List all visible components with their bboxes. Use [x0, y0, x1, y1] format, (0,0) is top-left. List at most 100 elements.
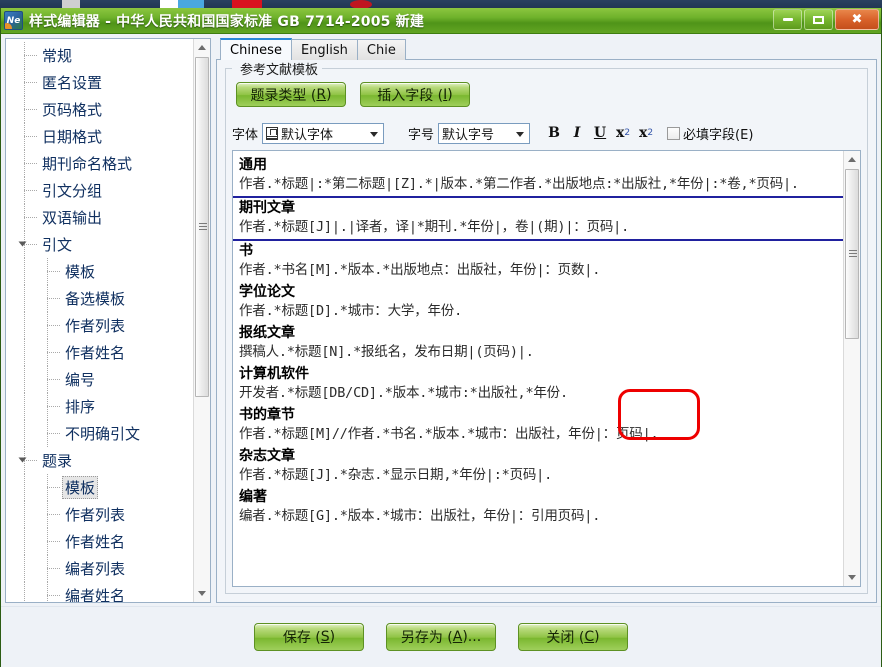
sidebar-item-9[interactable]: 备选模板 [6, 285, 193, 312]
sidebar-item-label: 作者姓名 [65, 533, 126, 551]
tree-guide-line [24, 501, 25, 528]
dialog-footer: 保存 (S) 另存为 (A)... 关闭 (C) [1, 606, 881, 666]
tree-guide-line [47, 514, 60, 515]
sidebar-item-label: 作者列表 [65, 317, 126, 335]
minimize-icon [782, 18, 793, 21]
sidebar-item-20[interactable]: 编者姓名 [6, 582, 193, 602]
sidebar-item-0[interactable]: 常规 [6, 42, 193, 69]
font-family-combo[interactable]: 默认字体 [262, 122, 385, 144]
chevron-down-icon [516, 131, 525, 137]
template-entry-type: 书 [239, 243, 253, 259]
sidebar-item-17[interactable]: 作者列表 [6, 501, 193, 528]
sidebar-item-16[interactable]: 模板 [6, 474, 193, 501]
font-size-combo[interactable]: 默认字号 [438, 122, 531, 144]
sidebar-item-label: 作者姓名 [65, 344, 126, 362]
superscript-button[interactable]: x2 [636, 123, 656, 143]
tree-expander-icon[interactable] [18, 457, 27, 463]
template-entry[interactable]: 报纸文章 撰稿人.*标题[N].*报纸名，发布日期|(页码)|. [239, 323, 843, 364]
template-entry-pattern: 作者.*标题[J].*杂志.*显示日期,*年份|:*页码|. [239, 467, 553, 483]
sidebar-item-label: 编者姓名 [65, 587, 126, 602]
sidebar-item-2[interactable]: 页码格式 [6, 96, 193, 123]
sidebar-item-1[interactable]: 匿名设置 [6, 69, 193, 96]
bold-button[interactable]: B [544, 123, 564, 143]
close-button[interactable]: 关闭 (C) [518, 622, 628, 651]
tab-chie[interactable]: Chie [356, 39, 406, 60]
sidebar-item-15[interactable]: 题录 [6, 447, 193, 474]
tree-guide-line [47, 271, 60, 272]
subscript-base: x [615, 125, 625, 141]
tree-guide-line [24, 366, 25, 393]
template-entry[interactable]: 书作者.*书名[M].*版本.*出版地点：出版社，年份|：页数|. [239, 241, 843, 282]
sidebar-item-6[interactable]: 双语输出 [6, 204, 193, 231]
tree-guide-line [24, 339, 25, 366]
template-entry-type: 期刊文章 [239, 200, 295, 216]
minimize-button[interactable] [773, 9, 802, 30]
editor-scroll-up-button[interactable] [844, 151, 860, 168]
sidebar-item-12[interactable]: 编号 [6, 366, 193, 393]
template-entry[interactable]: 书的章节 作者.*标题[M]//作者.*书名.*版本.*城市：出版社，年份|：页码… [239, 405, 843, 446]
close-window-button[interactable]: ✖ [835, 9, 879, 30]
tab-english[interactable]: English [290, 39, 358, 60]
subscript-button[interactable]: x2 [613, 123, 633, 143]
tree-expander-icon[interactable] [18, 241, 27, 247]
maximize-icon [813, 15, 824, 24]
italic-button[interactable]: I [567, 123, 587, 143]
sidebar-item-11[interactable]: 作者姓名 [6, 339, 193, 366]
editor-scrollbar[interactable] [843, 151, 860, 586]
sidebar-item-18[interactable]: 作者姓名 [6, 528, 193, 555]
sidebar-item-7[interactable]: 引文 [6, 231, 193, 258]
editor-scrollbar-thumb[interactable] [845, 169, 859, 339]
sidebar-item-14[interactable]: 不明确引文 [6, 420, 193, 447]
template-entry[interactable]: 杂志文章 作者.*标题[J].*杂志.*显示日期,*年份|:*页码|. [239, 446, 843, 487]
sidebar-item-label: 备选模板 [65, 290, 126, 308]
subscript-mark: 2 [624, 128, 631, 138]
tree-scroll-up-button[interactable] [194, 39, 210, 56]
template-entry[interactable]: 计算机软件开发者.*标题[DB/CD].*版本.*城市:*出版社,*年份. [239, 364, 843, 405]
required-field-checkbox[interactable]: 必填字段(E) [667, 124, 753, 143]
editor-scroll-down-button[interactable] [844, 569, 860, 586]
template-entry-type: 计算机软件 [239, 366, 309, 382]
settings-tree[interactable]: 常规 匿名设置 页码格式 日期格式 期刊命名格式 引文分组 双语输出 引文 模板 备选模板 作者列表… [6, 39, 193, 602]
sidebar-item-label: 期刊命名格式 [42, 155, 133, 173]
chevron-up-icon [198, 45, 206, 50]
tree-scroll-down-button[interactable] [194, 585, 210, 602]
template-entry-pattern: 开发者.*标题[DB/CD].*版本.*城市:*出版社,*年份. [239, 385, 568, 401]
template-entry[interactable]: 学位论文 作者.*标题[D].*城市：大学，年份. [239, 282, 843, 323]
template-editor[interactable]: 通用 作者.*标题|:*第二标题|[Z].*|版本.*第二作者.*出版地点:*出版… [232, 150, 861, 587]
save-as-button[interactable]: 另存为 (A)... [386, 622, 496, 651]
sidebar-item-13[interactable]: 排序 [6, 393, 193, 420]
required-field-label: 必填字段(E) [683, 127, 754, 143]
sidebar-item-19[interactable]: 编者列表 [6, 555, 193, 582]
tab-page-chinese: 参考文献模板 题录类型 (R) 插入字段 (I) 字体 默认字体 字号 默认字号 [216, 59, 877, 603]
settings-tree-panel: 常规 匿名设置 页码格式 日期格式 期刊命名格式 引文分组 双语输出 引文 模板 备选模板 作者列表… [5, 38, 211, 603]
template-entry[interactable]: 通用 作者.*标题|:*第二标题|[Z].*|版本.*第二作者.*出版地点:*出版… [239, 155, 843, 196]
format-toolbar: 字体 默认字体 字号 默认字号 B I U x 2 x 2 必填字段(E) [232, 120, 861, 146]
template-entry-pattern: 作者.*标题|:*第二标题|[Z].*|版本.*第二作者.*出版地点:*出版社,… [239, 176, 799, 192]
tree-guide-line [24, 217, 37, 218]
sidebar-item-label: 模板 [62, 476, 99, 499]
sidebar-item-3[interactable]: 日期格式 [6, 123, 193, 150]
template-entry[interactable]: 编著 编者.*标题[G].*版本.*城市：出版社，年份|：引用页码|. [239, 487, 843, 528]
group-legend-label: 参考文献模板 [236, 59, 323, 78]
tree-guide-line [24, 136, 37, 137]
superscript-mark: 2 [647, 128, 654, 138]
sidebar-item-8[interactable]: 模板 [6, 258, 193, 285]
sidebar-item-4[interactable]: 期刊命名格式 [6, 150, 193, 177]
sidebar-item-5[interactable]: 引文分组 [6, 177, 193, 204]
template-entry-list[interactable]: 通用 作者.*标题|:*第二标题|[Z].*|版本.*第二作者.*出版地点:*出版… [233, 151, 843, 586]
tree-scrollbar[interactable] [193, 39, 210, 602]
tree-guide-line [24, 528, 25, 555]
tab-chinese[interactable]: Chinese [220, 38, 292, 60]
save-button[interactable]: 保存 (S) [254, 622, 364, 651]
tree-scrollbar-thumb[interactable] [195, 57, 209, 397]
template-entry-pattern: 编者.*标题[G].*版本.*城市：出版社，年份|：引用页码|. [239, 508, 601, 524]
template-entry-pattern: 撰稿人.*标题[N].*报纸名，发布日期|(页码)|. [239, 344, 534, 360]
sidebar-item-10[interactable]: 作者列表 [6, 312, 193, 339]
maximize-button[interactable] [804, 9, 833, 30]
record-type-button[interactable]: 题录类型 (R) [236, 82, 346, 107]
tree-guide-line [47, 541, 60, 542]
template-entry[interactable]: 期刊文章 作者.*标题[J]|.|译者，译|*期刊.*年份|，卷|(期)|：页码|… [233, 196, 843, 241]
font-icon [266, 126, 279, 140]
underline-button[interactable]: U [590, 123, 610, 143]
insert-field-button[interactable]: 插入字段 (I) [360, 82, 470, 107]
